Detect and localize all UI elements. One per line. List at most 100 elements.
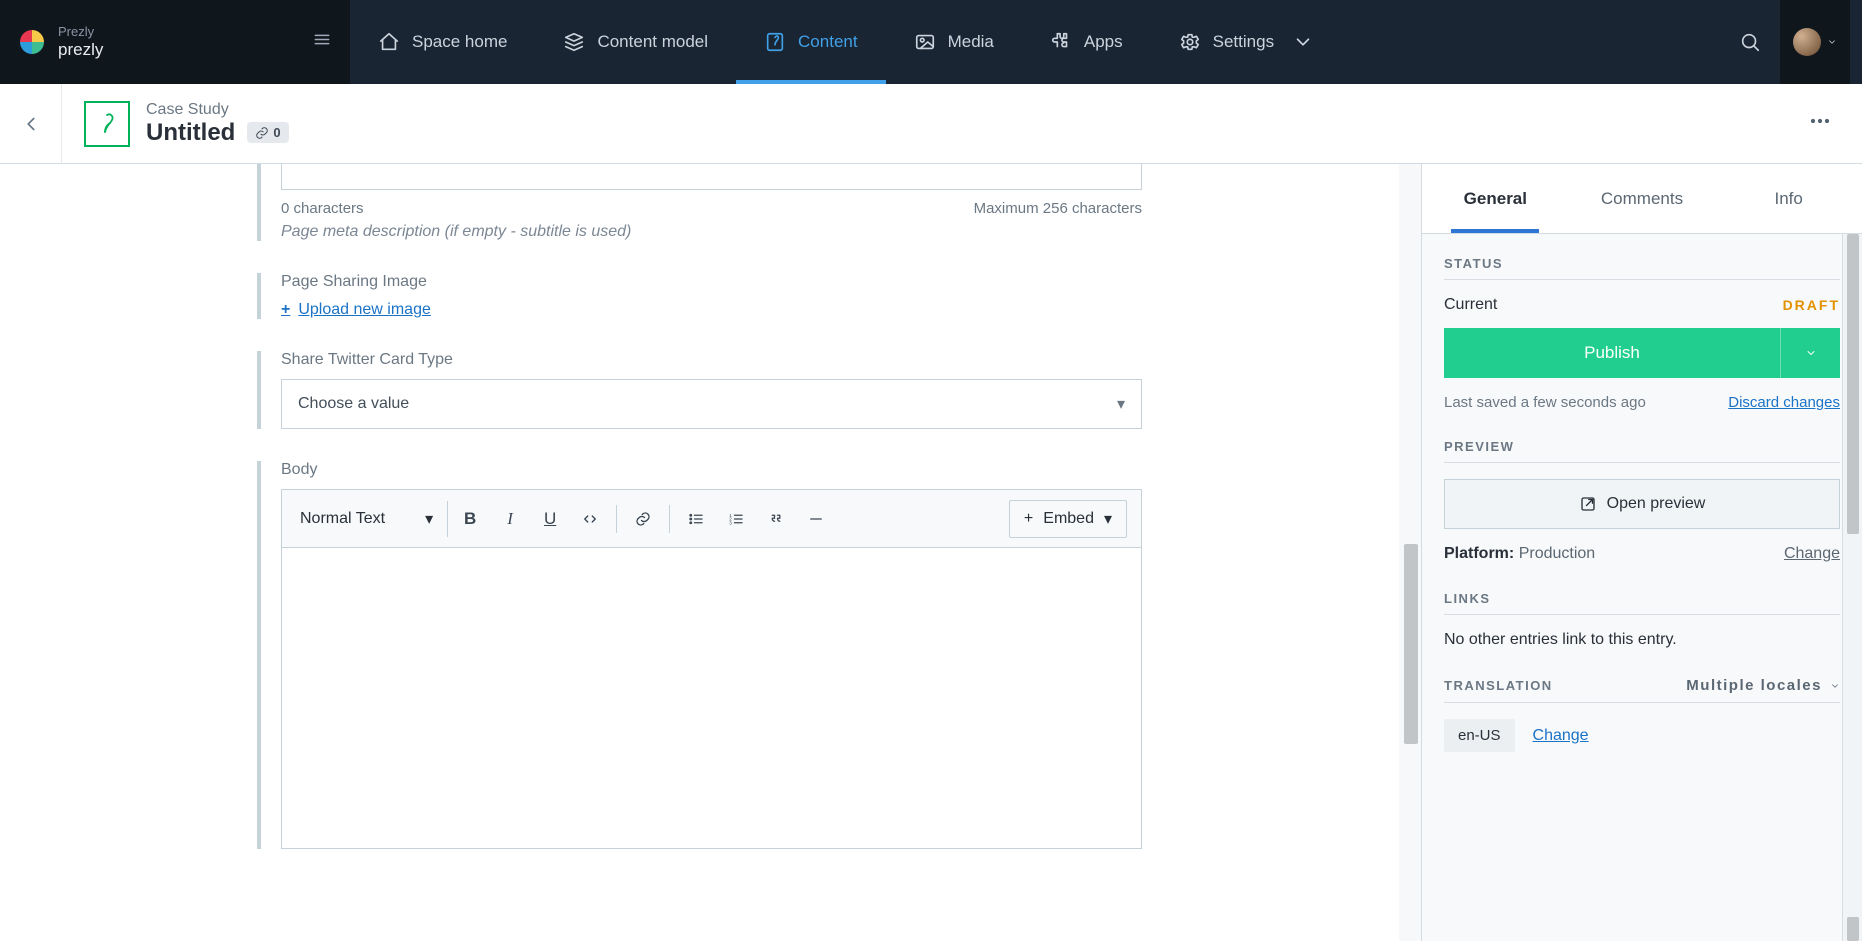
nav-apps[interactable]: Apps xyxy=(1022,0,1151,84)
rte-heading-select[interactable]: Normal Text ▾ xyxy=(296,501,448,537)
links-heading: LINKS xyxy=(1444,591,1840,615)
back-button[interactable] xyxy=(0,84,62,163)
tab-info[interactable]: Info xyxy=(1715,164,1862,233)
field-body: Body Normal Text ▾ B I U xyxy=(257,461,1142,849)
translation-heading-label: TRANSLATION xyxy=(1444,678,1553,693)
nav-settings[interactable]: Settings xyxy=(1151,0,1342,84)
separator xyxy=(669,505,670,533)
link-icon xyxy=(255,126,269,140)
caret-down-icon: ▾ xyxy=(1117,394,1125,414)
locales-dropdown[interactable]: Multiple locales xyxy=(1686,677,1840,694)
caret-down-icon: ▾ xyxy=(1104,509,1112,529)
links-empty-text: No other entries link to this entry. xyxy=(1444,631,1840,649)
brand-block[interactable]: Prezly prezly xyxy=(0,0,350,84)
rte-quote-button[interactable] xyxy=(758,501,794,537)
link-icon xyxy=(634,510,652,528)
status-current-label: Current xyxy=(1444,296,1497,314)
user-menu[interactable] xyxy=(1780,0,1850,84)
discard-changes-link[interactable]: Discard changes xyxy=(1728,394,1840,411)
nav-label: Space home xyxy=(412,32,507,52)
entry-title: Untitled xyxy=(146,119,235,147)
upload-label: Upload new image xyxy=(298,301,431,319)
open-preview-button[interactable]: Open preview xyxy=(1444,479,1840,529)
rte-italic-button[interactable]: I xyxy=(492,501,528,537)
caret-down-icon xyxy=(1830,681,1840,691)
nav-label: Media xyxy=(948,32,994,52)
code-icon xyxy=(581,510,599,528)
references-pill[interactable]: 0 xyxy=(247,122,288,143)
logo-icon xyxy=(20,30,44,54)
select-placeholder: Choose a value xyxy=(298,395,409,413)
rte-link-button[interactable] xyxy=(625,501,661,537)
publish-button[interactable]: Publish xyxy=(1444,328,1780,378)
tab-general[interactable]: General xyxy=(1422,164,1569,233)
caret-down-icon xyxy=(1805,347,1817,359)
nav-label: Content xyxy=(798,32,858,52)
open-external-icon xyxy=(1579,495,1597,513)
rte-code-button[interactable] xyxy=(572,501,608,537)
open-preview-label: Open preview xyxy=(1607,495,1706,513)
top-navbar: Prezly prezly Space home Content model C… xyxy=(0,0,1862,84)
embed-label: Embed xyxy=(1043,510,1094,528)
chevron-down-icon xyxy=(1827,37,1837,47)
context-bar: Case Study Untitled 0 xyxy=(0,84,1862,164)
nav-label: Apps xyxy=(1084,32,1123,52)
nav-content[interactable]: Content xyxy=(736,0,886,84)
platform-label: Platform: xyxy=(1444,545,1514,562)
last-saved-text: Last saved a few seconds ago xyxy=(1444,394,1646,411)
hr-icon xyxy=(807,510,825,528)
entry-type-icon xyxy=(84,101,130,147)
search-button[interactable] xyxy=(1720,0,1780,84)
nav-label: Content model xyxy=(597,32,708,52)
editor-scrollbar[interactable] xyxy=(1399,164,1421,941)
search-icon xyxy=(1739,31,1761,53)
editor-column: 0 characters Maximum 256 characters Page… xyxy=(0,164,1422,941)
rte-bold-button[interactable]: B xyxy=(452,501,488,537)
publish-dropdown[interactable] xyxy=(1780,328,1840,378)
sidebar-tabs: General Comments Info xyxy=(1422,164,1862,234)
list-ul-icon xyxy=(687,510,705,528)
translation-heading: TRANSLATION Multiple locales xyxy=(1444,677,1840,703)
chevron-down-icon xyxy=(1292,31,1314,53)
meta-description-input[interactable] xyxy=(281,164,1142,190)
scrollbar-thumb[interactable] xyxy=(1404,544,1418,744)
list-ol-icon: 123 xyxy=(727,510,745,528)
more-horizontal-icon xyxy=(1806,107,1834,135)
field-label: Body xyxy=(281,461,1142,479)
rte-embed-button[interactable]: + Embed ▾ xyxy=(1009,500,1127,538)
status-heading: STATUS xyxy=(1444,256,1840,280)
locale-pill: en-US xyxy=(1444,719,1515,752)
content-type-label: Case Study xyxy=(146,101,289,119)
nav-content-model[interactable]: Content model xyxy=(535,0,736,84)
caret-down-icon: ▾ xyxy=(425,509,433,529)
rte-ol-button[interactable]: 123 xyxy=(718,501,754,537)
nav-space-home[interactable]: Space home xyxy=(350,0,535,84)
quote-icon xyxy=(767,510,785,528)
nav-label: Settings xyxy=(1213,32,1274,52)
rte-underline-button[interactable]: U xyxy=(532,501,568,537)
separator xyxy=(616,505,617,533)
field-label: Page Sharing Image xyxy=(281,273,1142,291)
nav-media[interactable]: Media xyxy=(886,0,1022,84)
upload-image-link[interactable]: + Upload new image xyxy=(281,301,431,319)
twitter-card-select[interactable]: Choose a value ▾ xyxy=(281,379,1142,429)
rte-editor-area[interactable] xyxy=(282,548,1141,848)
hamburger-icon[interactable] xyxy=(312,30,332,55)
field-twitter-card: Share Twitter Card Type Choose a value ▾ xyxy=(257,351,1142,429)
more-actions-button[interactable] xyxy=(1798,99,1842,148)
locales-label: Multiple locales xyxy=(1686,677,1822,694)
platform-change-link[interactable]: Change xyxy=(1784,545,1840,563)
svg-text:3: 3 xyxy=(729,520,732,525)
rte-heading-value: Normal Text xyxy=(300,510,385,528)
rte-ul-button[interactable] xyxy=(678,501,714,537)
plus-icon: + xyxy=(1024,510,1033,528)
status-badge: DRAFT xyxy=(1783,297,1840,313)
platform-value: Production xyxy=(1519,545,1596,562)
locale-change-link[interactable]: Change xyxy=(1533,727,1589,745)
plus-icon: + xyxy=(281,301,290,319)
space-name: prezly xyxy=(58,40,103,60)
tab-comments[interactable]: Comments xyxy=(1569,164,1716,233)
sidebar: General Comments Info STATUS Current DRA… xyxy=(1422,164,1862,941)
rte-hr-button[interactable] xyxy=(798,501,834,537)
char-max: Maximum 256 characters xyxy=(974,200,1142,217)
